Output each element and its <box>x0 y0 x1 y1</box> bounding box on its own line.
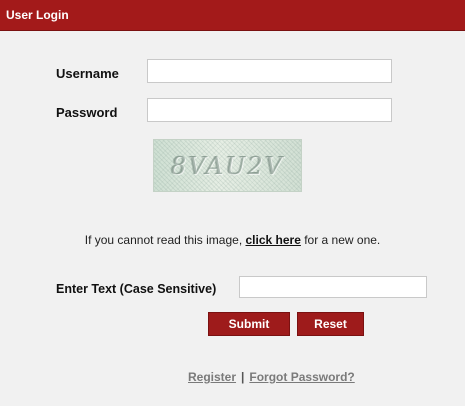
password-field[interactable] <box>147 98 392 122</box>
captcha-refresh-link[interactable]: click here <box>246 233 301 247</box>
captcha-note-suffix: for a new one. <box>300 233 381 247</box>
captcha-entry-label: Enter Text (Case Sensitive) <box>56 282 217 296</box>
reset-button[interactable]: Reset <box>297 312 364 336</box>
panel-title: User Login <box>6 8 69 22</box>
captcha-image: 8VAU2V <box>153 139 302 192</box>
captcha-text: 8VAU2V <box>170 152 285 180</box>
panel-header: User Login <box>0 0 465 31</box>
captcha-refresh-note: If you cannot read this image, click her… <box>0 233 465 247</box>
password-label: Password <box>56 105 118 120</box>
captcha-note-prefix: If you cannot read this image, <box>84 233 246 247</box>
links-separator: | <box>241 370 245 384</box>
submit-button[interactable]: Submit <box>208 312 290 336</box>
footer-links: Register | Forgot Password? <box>188 370 355 384</box>
register-link[interactable]: Register <box>188 370 236 384</box>
username-field[interactable] <box>147 59 392 83</box>
login-panel: User Login Username Password 8VAU2V If y… <box>0 0 465 406</box>
captcha-entry-field[interactable] <box>239 276 427 298</box>
forgot-password-link[interactable]: Forgot Password? <box>249 370 354 384</box>
username-label: Username <box>56 66 119 81</box>
